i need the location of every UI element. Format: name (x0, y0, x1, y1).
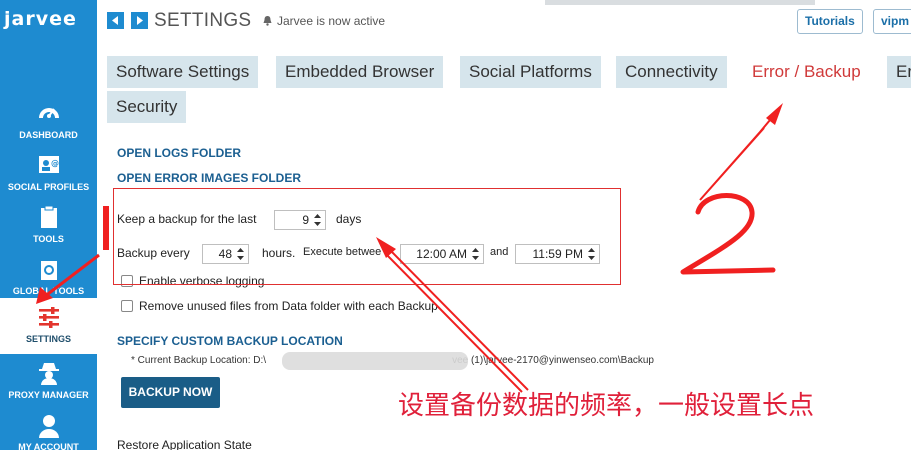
highlight-bar (103, 206, 109, 250)
sidebar-item-my-account[interactable]: MY ACCOUNT (0, 412, 97, 450)
open-logs-folder-link[interactable]: OPEN LOGS FOLDER (117, 146, 241, 160)
sidebar-item-social-profiles[interactable]: @ SOCIAL PROFILES (0, 152, 97, 204)
back-button[interactable] (107, 12, 124, 29)
forward-button[interactable] (131, 12, 148, 29)
window-top-strip (545, 0, 815, 5)
sidebar-item-label: MY ACCOUNT (18, 442, 79, 450)
location-prefix: * Current Backup Location: D:\ (131, 355, 267, 366)
location-suffix: vee (1)\jarvee-2170@yinwenseo.com\Backup (452, 355, 654, 366)
arrow-left-icon (112, 16, 118, 25)
redacted-path-blur (282, 352, 468, 370)
sidebar-item-tools[interactable]: TOOLS (0, 204, 97, 256)
tab-error-backup[interactable]: Error / Backup (743, 56, 870, 88)
sidebar-item-label: DASHBOARD (19, 130, 78, 140)
custom-backup-location-title: SPECIFY CUSTOM BACKUP LOCATION (117, 334, 343, 348)
tab-software-settings[interactable]: Software Settings (107, 56, 259, 88)
tab-embedded-browser[interactable]: Embedded Browser (276, 56, 444, 88)
profile-card-icon: @ (38, 156, 59, 173)
sidebar-item-settings[interactable]: SETTINGS (0, 298, 97, 354)
dashboard-icon (38, 108, 59, 118)
remove-unused-files-label: Remove unused files from Data folder wit… (139, 299, 438, 313)
page-title: SETTINGS (154, 10, 252, 31)
restore-application-state-label: Restore Application State (117, 438, 252, 450)
backup-now-button[interactable]: BACKUP NOW (121, 377, 220, 408)
sidebar-item-label: GLOBAL TOOLS (12, 286, 85, 296)
sidebar-item-proxy-manager[interactable]: PROXY MANAGER (0, 360, 97, 412)
svg-text:@: @ (51, 159, 59, 168)
sliders-icon (38, 307, 59, 328)
spy-icon (38, 363, 59, 385)
annotation-chinese-text: 设置备份数据的频率，一般设置长点 (398, 391, 815, 421)
remove-unused-files-checkbox[interactable] (121, 300, 133, 312)
jarvee-logo: jarvee (4, 8, 77, 30)
status-label: Jarvee is now active (277, 14, 386, 28)
bell-icon (263, 16, 272, 26)
tab-security[interactable]: Security (107, 91, 187, 123)
open-error-images-folder-link[interactable]: OPEN ERROR IMAGES FOLDER (117, 171, 301, 185)
sidebar-item-dashboard[interactable]: DASHBOARD (0, 100, 97, 152)
globe-icon (40, 261, 57, 280)
sidebar-item-label: SOCIAL PROFILES (7, 182, 90, 192)
sidebar-item-label: TOOLS (33, 234, 64, 244)
tab-connectivity[interactable]: Connectivity (616, 56, 727, 88)
tab-error-truncated[interactable]: Er (887, 56, 911, 88)
sidebar: jarvee DASHBOARD @ SOCIAL PROFILES TOOLS (0, 0, 97, 450)
sidebar-item-label: PROXY MANAGER (8, 390, 89, 400)
tutorials-button[interactable]: Tutorials (797, 9, 863, 34)
highlight-box (113, 188, 621, 285)
arrow-right-icon (137, 16, 143, 25)
tab-social-platforms[interactable]: Social Platforms (460, 56, 601, 88)
clipboard-icon (40, 205, 57, 228)
user-icon (38, 415, 59, 438)
status-text: Jarvee is now active (262, 14, 385, 28)
vip-button[interactable]: vipm (873, 9, 911, 34)
sidebar-item-label: SETTINGS (25, 334, 71, 344)
